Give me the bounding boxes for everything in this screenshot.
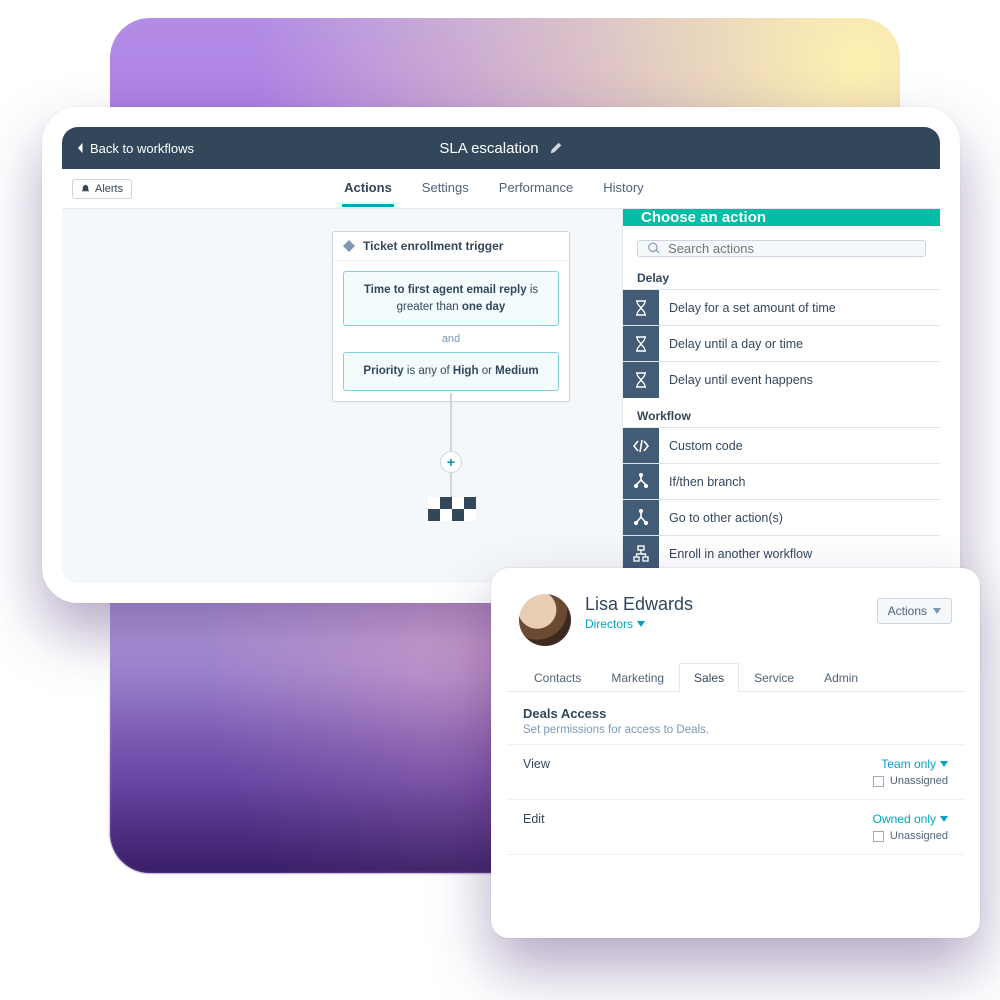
workflow-tabs: Actions Settings Performance History	[342, 170, 646, 207]
workflow-topbar: Back to workflows SLA escalation	[62, 127, 940, 169]
tab-service[interactable]: Service	[739, 663, 809, 692]
cond2-val-b: Medium	[495, 365, 538, 377]
tab-actions[interactable]: Actions	[342, 170, 394, 207]
action-label: Delay until a day or time	[669, 337, 803, 351]
action-label: Delay for a set amount of time	[669, 301, 836, 315]
trigger-condition-2[interactable]: Priority is any of High or Medium	[343, 352, 559, 391]
edit-scope-select[interactable]: Owned only	[873, 812, 948, 826]
role-label: Directors	[585, 617, 633, 631]
perm-row-edit: Edit Owned only Unassigned	[507, 799, 964, 855]
action-label: Custom code	[669, 439, 743, 453]
group-delay-label: Delay	[623, 267, 940, 289]
action-label: If/then branch	[669, 475, 745, 489]
hourglass-icon	[632, 335, 650, 353]
action-ifthen[interactable]: If/then branch	[623, 463, 940, 499]
tab-sales[interactable]: Sales	[679, 663, 739, 692]
view-unassigned-check[interactable]: Unassigned	[873, 775, 948, 787]
workflow-title: SLA escalation	[439, 140, 538, 157]
branch-icon	[632, 473, 650, 491]
connector-line-2	[450, 473, 452, 497]
finish-flag-icon	[428, 497, 476, 521]
action-delay-event[interactable]: Delay until event happens	[623, 361, 940, 397]
connector-line	[450, 393, 452, 451]
user-actions-button[interactable]: Actions	[877, 598, 952, 624]
action-label: Enroll in another workflow	[669, 547, 812, 561]
cond1-field: Time to first agent email reply	[364, 284, 527, 296]
workflow-window: Back to workflows SLA escalation Alerts …	[42, 107, 960, 603]
edit-icon	[549, 141, 563, 155]
chevron-down-icon	[637, 621, 645, 627]
section-title: Deals Access	[523, 706, 948, 721]
search-actions[interactable]	[637, 240, 926, 257]
perm-row-view: View Team only Unassigned	[507, 744, 964, 799]
edit-unassigned-check[interactable]: Unassigned	[873, 830, 948, 842]
chevron-down-icon	[940, 816, 948, 822]
code-icon	[632, 437, 650, 455]
bell-icon	[81, 184, 90, 193]
avatar	[519, 594, 571, 646]
tab-performance[interactable]: Performance	[497, 170, 575, 207]
condition-and: and	[343, 333, 559, 345]
view-scope-label: Team only	[881, 757, 936, 771]
group-workflow-label: Workflow	[623, 405, 940, 427]
add-action-node[interactable]: +	[440, 451, 462, 473]
trigger-header: Ticket enrollment trigger	[333, 232, 569, 261]
permissions-header: Lisa Edwards Directors Actions	[507, 584, 964, 662]
chevron-left-icon	[76, 142, 84, 154]
alerts-label: Alerts	[95, 183, 123, 195]
diamond-icon	[343, 240, 355, 252]
unassigned-label: Unassigned	[890, 775, 948, 787]
workflow-canvas: Ticket enrollment trigger Time to first …	[62, 209, 940, 583]
workflow-icon	[632, 545, 650, 563]
merge-icon	[632, 509, 650, 527]
view-label: View	[523, 757, 550, 771]
action-custom-code[interactable]: Custom code	[623, 427, 940, 463]
checkbox-icon	[873, 831, 884, 842]
unassigned-label: Unassigned	[890, 830, 948, 842]
hourglass-icon	[632, 299, 650, 317]
cond2-op: is any of	[407, 365, 450, 377]
choose-action-title: Choose an action	[623, 209, 940, 226]
cond2-field: Priority	[363, 365, 403, 377]
cond1-value: one day	[462, 301, 505, 313]
cond2-or: or	[482, 365, 492, 377]
cond2-val-a: High	[453, 365, 479, 377]
chevron-down-icon	[933, 608, 941, 614]
trigger-card[interactable]: Ticket enrollment trigger Time to first …	[332, 231, 570, 402]
workflow-subbar: Alerts Actions Settings Performance Hist…	[62, 169, 940, 209]
section-desc: Set permissions for access to Deals.	[523, 724, 948, 736]
deals-access-section: Deals Access Set permissions for access …	[507, 692, 964, 744]
search-icon	[648, 242, 660, 255]
actions-label: Actions	[888, 604, 927, 618]
action-goto[interactable]: Go to other action(s)	[623, 499, 940, 535]
action-enroll[interactable]: Enroll in another workflow	[623, 535, 940, 571]
tab-settings[interactable]: Settings	[420, 170, 471, 207]
tab-admin[interactable]: Admin	[809, 663, 873, 692]
chevron-down-icon	[940, 761, 948, 767]
tab-marketing[interactable]: Marketing	[596, 663, 679, 692]
action-label: Delay until event happens	[669, 373, 813, 387]
action-delay-day[interactable]: Delay until a day or time	[623, 325, 940, 361]
back-to-workflows[interactable]: Back to workflows	[76, 141, 194, 156]
edit-label: Edit	[523, 812, 545, 826]
trigger-header-label: Ticket enrollment trigger	[363, 239, 503, 253]
alerts-button[interactable]: Alerts	[72, 179, 132, 199]
tab-history[interactable]: History	[601, 170, 645, 207]
view-scope-select[interactable]: Team only	[873, 757, 948, 771]
trigger-condition-1[interactable]: Time to first agent email reply is great…	[343, 271, 559, 326]
action-label: Go to other action(s)	[669, 511, 783, 525]
user-role[interactable]: Directors	[585, 617, 863, 631]
action-delay-amount[interactable]: Delay for a set amount of time	[623, 289, 940, 325]
user-name: Lisa Edwards	[585, 594, 863, 615]
choose-action-panel: Choose an action Delay Delay for a set a…	[622, 209, 940, 583]
edit-scope-label: Owned only	[873, 812, 936, 826]
permissions-window: Lisa Edwards Directors Actions Contacts …	[491, 568, 980, 938]
permissions-tabs: Contacts Marketing Sales Service Admin	[507, 662, 964, 692]
hourglass-icon	[632, 371, 650, 389]
trigger-body: Time to first agent email reply is great…	[333, 261, 569, 401]
checkbox-icon	[873, 776, 884, 787]
back-label: Back to workflows	[90, 141, 194, 156]
tab-contacts[interactable]: Contacts	[519, 663, 596, 692]
search-actions-input[interactable]	[668, 241, 915, 256]
